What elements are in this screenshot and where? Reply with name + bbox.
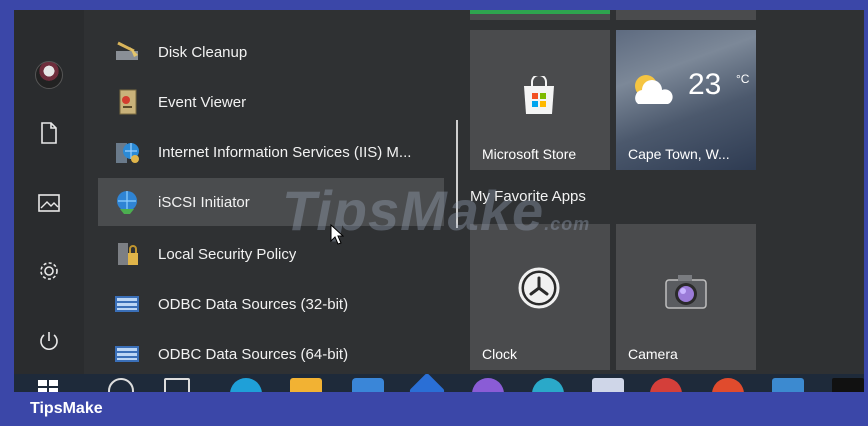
edge-icon[interactable]: [230, 378, 262, 392]
tile-camera[interactable]: Camera: [616, 224, 756, 370]
iscsi-initiator-icon: [117, 191, 137, 214]
chrome-icon[interactable]: [712, 378, 744, 392]
store-taskbar-icon[interactable]: [352, 378, 384, 392]
pictures-icon: [38, 194, 60, 212]
list-item-label: ODBC Data Sources (64-bit): [158, 345, 349, 363]
camera-icon: [665, 275, 707, 309]
app-window-icon[interactable]: [592, 378, 624, 392]
taskbar: [14, 374, 864, 392]
app-red-icon[interactable]: [650, 378, 682, 392]
settings-icon: [40, 262, 58, 280]
frame-top: [0, 0, 868, 10]
iis-manager-icon: [116, 143, 139, 163]
list-item-odbc-64[interactable]: ODBC Data Sources (64-bit): [98, 330, 444, 374]
start-rail: [14, 10, 84, 374]
user-avatar-button[interactable]: [14, 50, 84, 100]
tile-label: Cape Town, W...: [628, 146, 730, 162]
list-item-label: Event Viewer: [158, 93, 247, 111]
list-item-odbc-32[interactable]: ODBC Data Sources (32-bit): [98, 280, 444, 328]
power-icon: [40, 332, 58, 350]
app-teal-icon[interactable]: [532, 378, 564, 392]
odbc-32-icon: [115, 296, 139, 312]
vscode-icon[interactable]: [408, 374, 446, 392]
list-item-label: Disk Cleanup: [158, 43, 248, 61]
list-item-event-viewer[interactable]: Event Viewer: [98, 78, 444, 126]
screen: Disk Cleanup Event Viewer Internet Infor…: [0, 0, 868, 426]
list-item-disk-cleanup[interactable]: Disk Cleanup: [98, 28, 444, 76]
tile-label: Microsoft Store: [482, 146, 577, 162]
frame-left: [0, 0, 14, 426]
local-security-policy-icon: [118, 243, 138, 265]
tile-label: Camera: [628, 346, 678, 362]
user-avatar: [35, 61, 63, 89]
windows-start-icon[interactable]: [38, 380, 58, 392]
list-item-label: iSCSI Initiator: [158, 193, 250, 211]
power-button[interactable]: [14, 316, 84, 366]
mouse-pointer-icon: [330, 224, 344, 245]
disk-cleanup-icon: [116, 41, 138, 60]
odbc-64-icon: [115, 346, 139, 362]
alarm-clock-icon: [518, 267, 560, 309]
event-viewer-icon: [119, 89, 137, 115]
tile-microsoft-store[interactable]: Microsoft Store: [470, 30, 610, 170]
list-item-iis-manager[interactable]: Internet Information Services (IIS) M...: [98, 128, 444, 176]
task-view-icon[interactable]: [164, 378, 190, 392]
app-blue-icon[interactable]: [772, 378, 804, 392]
frame-right: [864, 0, 868, 426]
caption-text: TipsMake: [30, 400, 103, 417]
store-bag-icon: [524, 76, 554, 114]
list-item-label: Internet Information Services (IIS) M...: [158, 143, 412, 161]
tile-label: Clock: [482, 346, 518, 362]
pictures-button[interactable]: [14, 178, 84, 228]
list-item-label: ODBC Data Sources (32-bit): [158, 295, 349, 313]
tile-top-stub-2: [616, 10, 756, 20]
documents-button[interactable]: [14, 108, 84, 158]
tile-clock[interactable]: Clock: [470, 224, 610, 370]
settings-button[interactable]: [14, 246, 84, 296]
start-menu: Disk Cleanup Event Viewer Internet Infor…: [14, 10, 864, 374]
caption-bar: TipsMake: [0, 392, 868, 426]
weather-temp: 23: [688, 68, 722, 101]
tile-weather[interactable]: 23 °C Cape Town, W...: [616, 30, 756, 170]
documents-icon: [41, 122, 57, 144]
watermark-logo: TipsMake.com: [282, 179, 591, 242]
list-item-label: Local Security Policy: [158, 245, 297, 263]
epic-games-icon[interactable]: [832, 378, 864, 392]
weather-unit: °C: [736, 72, 750, 86]
search-icon[interactable]: [108, 378, 134, 392]
file-explorer-icon[interactable]: [290, 378, 322, 392]
app-purple-icon[interactable]: [472, 378, 504, 392]
accent-bar: [470, 10, 610, 14]
partly-cloudy-icon: [635, 75, 673, 104]
